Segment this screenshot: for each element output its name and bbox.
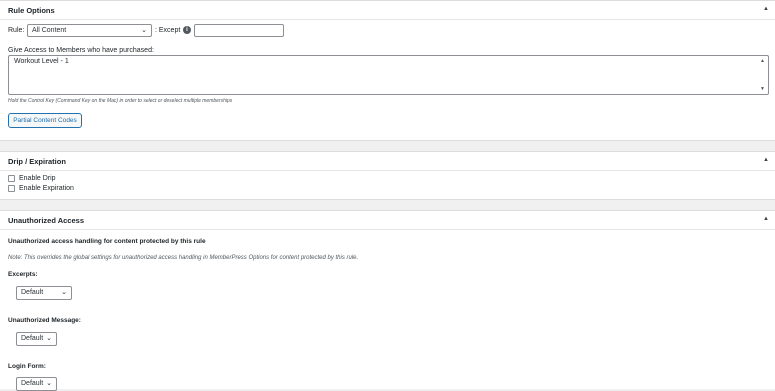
unauthorized-message-select-value: Default [21,335,44,342]
unauthorized-heading: Unauthorized access handling for content… [8,238,206,245]
unauthorized-access-title: Unauthorized Access [8,216,84,225]
except-input[interactable] [194,24,284,37]
chevron-down-icon: ⌄ [46,335,52,342]
triangle-up-icon[interactable]: ▲ [763,6,769,12]
chevron-down-icon: ⌄ [61,289,67,296]
info-icon[interactable]: i [183,26,191,34]
membership-option[interactable]: Workout Level - 1 [14,58,69,65]
excerpts-select[interactable]: Default ⌄ [16,286,72,300]
excerpts-select-value: Default [21,289,44,296]
rule-options-header[interactable]: Rule Options ▲ [0,1,775,20]
drip-expiration-title: Drip / Expiration [8,157,66,166]
unauthorized-access-header[interactable]: Unauthorized Access ▲ [0,211,775,230]
login-form-select-value: Default [21,380,44,387]
rule-options-title: Rule Options [8,6,55,15]
login-form-label: Login Form: [8,363,46,370]
partial-content-codes-button[interactable]: Partial Content Codes [8,113,82,128]
rule-select[interactable]: All Content ⌄ [27,24,152,37]
memberships-listbox[interactable]: Workout Level - 1 ▲ ▼ [8,55,769,95]
drip-expiration-header[interactable]: Drip / Expiration ▲ [0,152,775,171]
memberships-hint: Hold the Control Key (Command Key on the… [8,98,233,104]
chevron-down-icon: ⌄ [46,380,52,387]
enable-drip-label[interactable]: Enable Drip [19,175,56,182]
unauthorized-message-select[interactable]: Default ⌄ [16,332,57,346]
scroll-up-icon[interactable]: ▲ [760,58,765,64]
chevron-down-icon: ⌄ [141,27,147,34]
access-label: Give Access to Members who have purchase… [8,47,154,54]
enable-drip-checkbox[interactable] [8,175,15,182]
rule-label: Rule: [8,27,25,34]
triangle-up-icon[interactable]: ▲ [763,157,769,163]
unauthorized-access-panel: Unauthorized Access ▲ Unauthorized acces… [0,210,775,391]
scroll-down-icon[interactable]: ▼ [760,86,765,92]
rule-options-panel: Rule Options ▲ Rule: All Content ⌄ : Exc… [0,0,775,141]
excerpts-label: Excerpts: [8,271,38,278]
triangle-up-icon[interactable]: ▲ [763,216,769,222]
unauthorized-message-label: Unauthorized Message: [8,317,81,324]
enable-expiration-label[interactable]: Enable Expiration [19,185,74,192]
rule-select-value: All Content [32,27,67,34]
except-label: : Except [155,27,181,34]
unauthorized-note: Note: This overrides the global settings… [8,255,359,261]
drip-expiration-panel: Drip / Expiration ▲ Enable Drip Enable E… [0,151,775,200]
enable-expiration-checkbox[interactable] [8,185,15,192]
